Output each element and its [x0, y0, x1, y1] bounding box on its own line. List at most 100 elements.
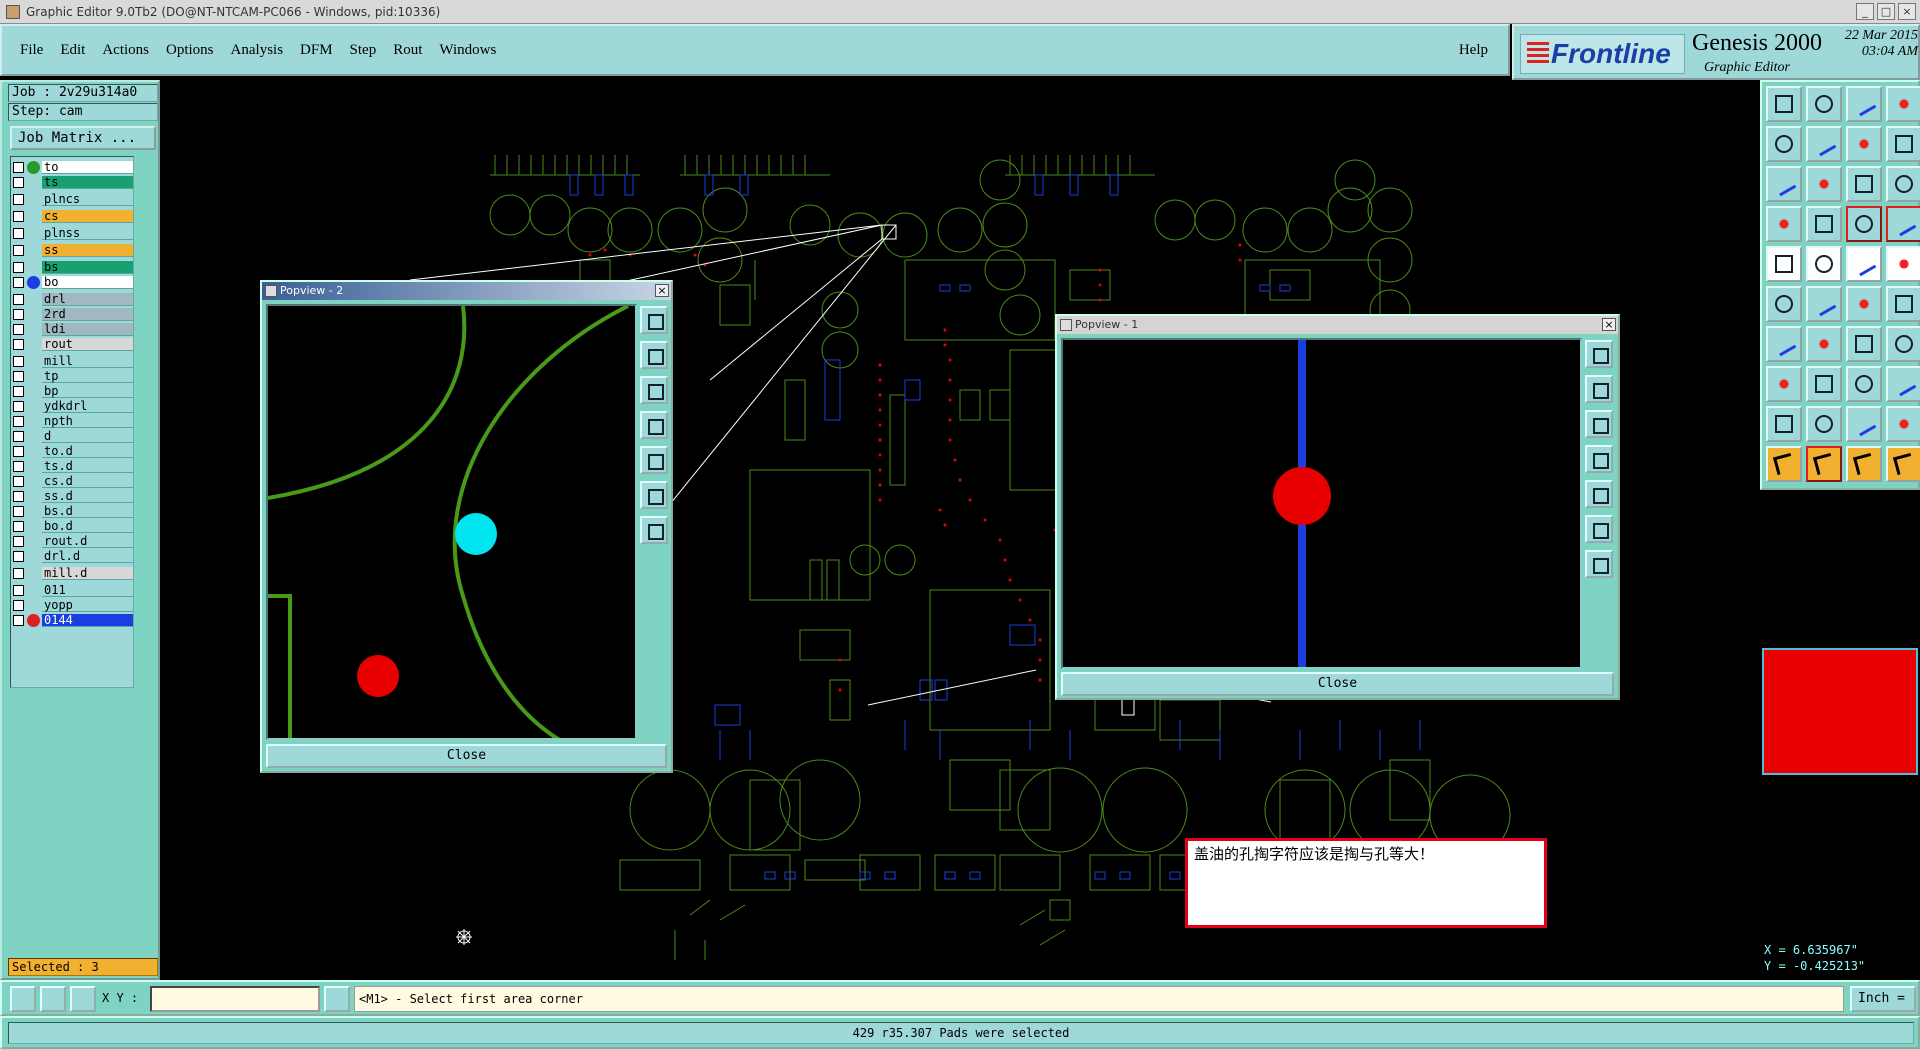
connect-icon[interactable]: [1766, 286, 1802, 322]
zoom-out-icon[interactable]: [1585, 410, 1613, 438]
select-mode-icon[interactable]: [10, 986, 36, 1012]
measure-icon[interactable]: [40, 986, 66, 1012]
layer-checkbox[interactable]: [13, 371, 24, 382]
layer-checkbox[interactable]: [13, 309, 24, 320]
close-icon[interactable]: ×: [1602, 318, 1616, 331]
window-menu-icon[interactable]: [1060, 319, 1072, 331]
xy-input[interactable]: [150, 986, 320, 1012]
add-feature-icon[interactable]: [1766, 246, 1802, 282]
layer-row-cs[interactable]: cs: [13, 209, 133, 224]
layer-row-bo-d[interactable]: bo.d: [13, 519, 133, 534]
menu-rout[interactable]: Rout: [393, 42, 422, 59]
layer-checkbox[interactable]: [13, 446, 24, 457]
layer-checkbox[interactable]: [13, 194, 24, 205]
layer-row-plncs[interactable]: plncs: [13, 192, 133, 207]
scale-icon[interactable]: [1846, 166, 1882, 202]
layer-row-cs-d[interactable]: cs.d: [13, 474, 133, 489]
layer-checkbox[interactable]: [13, 568, 24, 579]
layer-checkbox[interactable]: [13, 461, 24, 472]
undo-icon[interactable]: [1846, 126, 1882, 162]
layer-row-rout-d[interactable]: rout.d: [13, 534, 133, 549]
fit-icon[interactable]: [1585, 515, 1613, 543]
pan-left-icon[interactable]: [640, 411, 668, 439]
layer-checkbox[interactable]: [13, 476, 24, 487]
exclamation-icon[interactable]: [324, 986, 350, 1012]
layer-checkbox[interactable]: [13, 294, 24, 305]
overview-thumbnail[interactable]: [1762, 648, 1918, 775]
layer-row-yopp[interactable]: yopp: [13, 598, 133, 613]
arrow-up-icon[interactable]: [1846, 446, 1882, 482]
zoom-out-icon[interactable]: [640, 376, 668, 404]
zoom-in-icon[interactable]: [640, 341, 668, 369]
line-diag-icon[interactable]: [1806, 326, 1842, 362]
grid-point-icon[interactable]: [1766, 366, 1802, 402]
layer-checkbox[interactable]: [13, 228, 24, 239]
layer-row-bo[interactable]: bo: [13, 275, 133, 290]
layer-row-ss[interactable]: ss: [13, 243, 133, 258]
layer-checkbox[interactable]: [13, 386, 24, 397]
snap-icon[interactable]: [1766, 206, 1802, 242]
layer-checkbox[interactable]: [13, 416, 24, 427]
layer-checkbox[interactable]: [13, 551, 24, 562]
layer-row-mill[interactable]: mill: [13, 354, 133, 369]
center-icon[interactable]: [1806, 166, 1842, 202]
gear-blue-icon[interactable]: [1886, 366, 1920, 402]
menu-edit[interactable]: Edit: [60, 42, 85, 59]
route-icon[interactable]: [1886, 406, 1920, 442]
layer-row-rout[interactable]: rout: [13, 337, 133, 352]
grid-icon[interactable]: [70, 986, 96, 1012]
layer-row-npth[interactable]: npth: [13, 414, 133, 429]
layer-row-ldi[interactable]: ldi: [13, 322, 133, 337]
close-icon[interactable]: ×: [655, 284, 669, 297]
close-icon[interactable]: ×: [1898, 3, 1916, 20]
transform-icon[interactable]: [1886, 446, 1920, 482]
layer-row-tp[interactable]: tp: [13, 369, 133, 384]
home-icon[interactable]: [1846, 86, 1882, 122]
maximize-icon[interactable]: □: [1877, 3, 1895, 20]
layer-row-to[interactable]: to: [13, 160, 133, 175]
layer-row-mill-d[interactable]: mill.d: [13, 566, 133, 581]
layer-checkbox[interactable]: [13, 491, 24, 502]
move-right-icon[interactable]: [1806, 126, 1842, 162]
minimize-icon[interactable]: _: [1856, 3, 1874, 20]
layer-checkbox[interactable]: [13, 162, 24, 173]
close-layer-icon[interactable]: [1806, 86, 1842, 122]
rotate-icon[interactable]: [1846, 326, 1882, 362]
menu-dfm[interactable]: DFM: [300, 42, 333, 59]
layer-row-d[interactable]: d: [13, 429, 133, 444]
zoom-home-icon[interactable]: [640, 306, 668, 334]
popview-1-view[interactable]: [1061, 338, 1582, 669]
menu-help[interactable]: Help: [1459, 42, 1488, 59]
layer-row-drl[interactable]: drl: [13, 292, 133, 307]
layer-row-bs-d[interactable]: bs.d: [13, 504, 133, 519]
layer-row-to-d[interactable]: to.d: [13, 444, 133, 459]
zoom-area-icon[interactable]: [640, 516, 668, 544]
zoom-home-icon[interactable]: [1585, 340, 1613, 368]
popview-2-view[interactable]: [266, 304, 637, 740]
menu-windows[interactable]: Windows: [439, 42, 496, 59]
move-left-icon[interactable]: [1766, 126, 1802, 162]
menu-step[interactable]: Step: [350, 42, 377, 59]
split-icon[interactable]: [1886, 126, 1920, 162]
layer-checkbox[interactable]: [13, 585, 24, 596]
width-icon[interactable]: [1846, 366, 1882, 402]
popview-1-title[interactable]: Popview - 1 ×: [1057, 316, 1618, 334]
layer-row-bp[interactable]: bp: [13, 384, 133, 399]
dot-icon[interactable]: [1886, 246, 1920, 282]
dash-icon[interactable]: [1846, 246, 1882, 282]
zoom-in-icon[interactable]: [1585, 375, 1613, 403]
layer-row-011[interactable]: 011: [13, 583, 133, 598]
pad-icon[interactable]: [1806, 206, 1842, 242]
layer-checkbox[interactable]: [13, 536, 24, 547]
help-icon[interactable]: [1886, 166, 1920, 202]
layer-checkbox[interactable]: [13, 339, 24, 350]
pan-right-icon[interactable]: [1585, 480, 1613, 508]
layer-checkbox[interactable]: [13, 401, 24, 412]
pan-left-icon[interactable]: [1585, 445, 1613, 473]
measure-net-icon[interactable]: [1886, 206, 1920, 242]
menu-analysis[interactable]: Analysis: [231, 42, 284, 59]
menu-options[interactable]: Options: [166, 42, 214, 59]
popview-2-title[interactable]: Popview - 2 ×: [262, 282, 671, 300]
fit-icon[interactable]: [640, 481, 668, 509]
layer-checkbox[interactable]: [13, 177, 24, 188]
